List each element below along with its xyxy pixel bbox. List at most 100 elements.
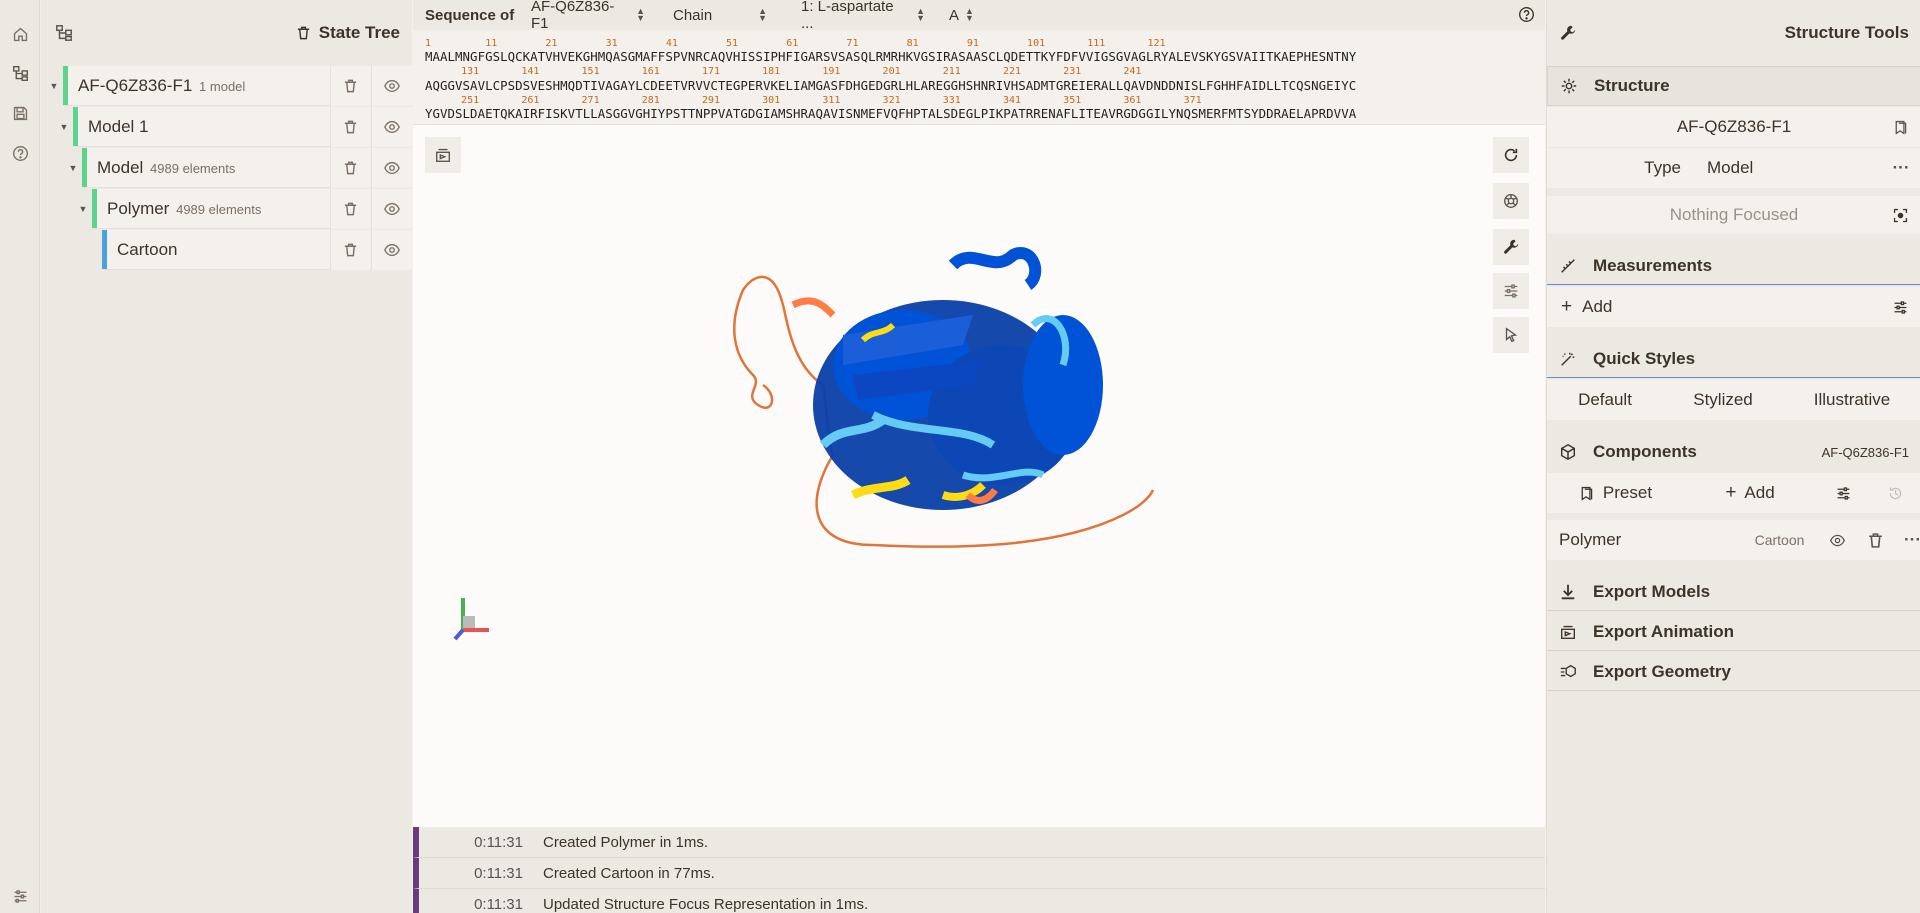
tree-node-label: AF-Q6Z836-F1 1 model xyxy=(68,76,245,96)
help-icon[interactable] xyxy=(1518,6,1535,23)
preset-button[interactable]: Preset xyxy=(1547,473,1683,513)
log-time: 0:11:31 xyxy=(474,833,523,851)
eye-icon[interactable] xyxy=(1818,520,1856,560)
component-name: Polymer xyxy=(1559,530,1622,549)
trash-icon[interactable] xyxy=(330,107,370,147)
trash-icon[interactable] xyxy=(330,230,370,270)
wrench-icon[interactable] xyxy=(1493,229,1529,265)
left-rail xyxy=(0,0,40,913)
sliders-icon[interactable] xyxy=(1817,473,1869,513)
eye-icon[interactable] xyxy=(371,148,411,188)
tree-node-name: Cartoon xyxy=(117,239,178,259)
entity-select-value: 1: L-aspartate ... xyxy=(801,0,894,32)
expand-caret-icon[interactable]: ▼ xyxy=(78,204,88,214)
state-tree-header: State Tree xyxy=(41,0,412,66)
bookmark-icon[interactable] xyxy=(1892,119,1909,136)
export-label: Export Models xyxy=(1593,581,1711,601)
tree-node[interactable]: Model 1 xyxy=(73,107,412,147)
save-icon[interactable] xyxy=(8,101,32,125)
wrench-icon xyxy=(1559,23,1583,43)
sliders-icon[interactable] xyxy=(1892,299,1909,316)
measurements-add-label: Add xyxy=(1582,297,1613,316)
entity-select[interactable]: 1: L-aspartate ... ▲ ▼ xyxy=(793,0,933,32)
sequence-toolbar: Sequence of AF-Q6Z836-F1 ▲ ▼ Chain ▲ ▼ 1: … xyxy=(413,0,1545,32)
focus-target-icon[interactable] xyxy=(1892,207,1909,224)
entry-select-value: AF-Q6Z836-F1 xyxy=(531,0,615,32)
expand-caret-icon[interactable]: ▼ xyxy=(59,122,69,132)
reset-camera-icon[interactable] xyxy=(1493,137,1529,173)
measurements-title: Measurements xyxy=(1593,255,1713,275)
sequence-line[interactable]: AQGGVSAVLCPSDSVESHMQDTIVAGAYLCDEETVRVVCT… xyxy=(425,78,1356,93)
sequence-numbers: 131 141 151 161 171 181 191 201 211 221 … xyxy=(425,66,1142,77)
trash-icon[interactable] xyxy=(330,66,370,106)
screenshot-icon[interactable] xyxy=(1493,183,1529,219)
tree-node-name: Model xyxy=(97,157,144,177)
state-tree-title: State Tree xyxy=(318,23,400,42)
tree-layout-icon[interactable] xyxy=(55,24,73,42)
tree-node[interactable]: Cartoon xyxy=(102,230,412,270)
3d-viewport[interactable] xyxy=(413,125,1545,827)
plus-icon: + xyxy=(1725,482,1737,503)
expand-caret-icon[interactable]: ▼ xyxy=(68,163,78,173)
components-actions-row: Preset + Add xyxy=(1547,473,1920,513)
export-models-button[interactable]: Export Models xyxy=(1547,573,1920,611)
style-default-button[interactable]: Default xyxy=(1547,380,1663,420)
component-representation: Cartoon xyxy=(1754,532,1805,548)
export-geometry-button[interactable]: Export Geometry xyxy=(1547,653,1920,691)
history-icon[interactable] xyxy=(1869,473,1920,513)
more-options-icon[interactable]: ··· xyxy=(1881,158,1920,178)
home-icon[interactable] xyxy=(8,22,32,46)
plus-icon: + xyxy=(1561,296,1573,317)
quick-styles-title: Quick Styles xyxy=(1593,348,1696,368)
measurements-section-header[interactable]: Measurements xyxy=(1547,247,1920,285)
structure-entry-row[interactable]: AF-Q6Z836-F1 xyxy=(1547,107,1920,147)
trash-icon xyxy=(297,26,309,40)
animation-icon[interactable] xyxy=(425,137,461,173)
sequence-numbers: 251 261 271 281 291 301 311 321 331 341 … xyxy=(425,95,1202,106)
entry-select[interactable]: AF-Q6Z836-F1 ▲ ▼ xyxy=(523,0,653,32)
sequence-of-label: Sequence of xyxy=(425,6,515,24)
type-select[interactable]: Model xyxy=(1695,148,1881,188)
eye-icon[interactable] xyxy=(371,107,411,147)
components-title: Components xyxy=(1593,442,1697,461)
structure-section-header[interactable]: Structure xyxy=(1547,66,1920,106)
sequence-line[interactable]: YGVDSLDAETQKAIRFISKVTLLASGGVGHIYPSTTNPPV… xyxy=(425,106,1356,121)
eye-icon[interactable] xyxy=(371,66,411,106)
tree-node[interactable]: Polymer 4989 elements xyxy=(92,189,412,229)
add-component-button[interactable]: + Add xyxy=(1683,473,1817,513)
focus-row[interactable]: Nothing Focused xyxy=(1547,196,1920,234)
trash-icon[interactable] xyxy=(1856,520,1894,560)
eye-icon[interactable] xyxy=(371,230,411,270)
mode-select[interactable]: Chain ▲ ▼ xyxy=(665,2,775,28)
export-animation-button[interactable]: Export Animation xyxy=(1547,613,1920,651)
protein-cartoon-render[interactable] xyxy=(733,245,1173,575)
state-tree-icon[interactable] xyxy=(8,61,32,85)
trash-icon[interactable] xyxy=(330,148,370,188)
pointer-icon[interactable] xyxy=(1493,317,1529,353)
tree-node-name: AF-Q6Z836-F1 xyxy=(78,75,193,95)
more-options-icon[interactable]: ··· xyxy=(1904,530,1920,550)
components-section-header[interactable]: Components AF-Q6Z836-F1 xyxy=(1547,433,1920,471)
mode-select-value: Chain xyxy=(673,6,713,24)
state-tree-title-button[interactable]: State Tree xyxy=(296,23,400,43)
state-tree-panel: State Tree AF-Q6Z836-F1 1 model ▼ Model 1 ▼… xyxy=(41,0,412,913)
eye-icon[interactable] xyxy=(371,189,411,229)
tree-node[interactable]: AF-Q6Z836-F1 1 model xyxy=(63,66,412,106)
sliders-icon[interactable] xyxy=(1493,273,1529,309)
expand-caret-icon[interactable]: ▼ xyxy=(49,81,59,91)
tree-node-label: Model 4989 elements xyxy=(87,158,235,178)
sequence-line[interactable]: MAALMNGFGSLQCKATVHVEKGHMQASGMAFFSPVNRCAQ… xyxy=(425,49,1356,64)
tree-node-label: Polymer 4989 elements xyxy=(97,199,261,219)
trash-icon[interactable] xyxy=(330,189,370,229)
sequence-view[interactable]: 1 11 21 31 41 51 61 71 81 91 101 111 121… xyxy=(413,30,1545,125)
style-stylized-button[interactable]: Stylized xyxy=(1663,380,1783,420)
chain-select[interactable]: A ▲ ▼ xyxy=(941,2,981,28)
settings-sliders-icon[interactable] xyxy=(8,884,32,908)
help-icon[interactable] xyxy=(8,141,32,165)
component-item-polymer[interactable]: Polymer Cartoon ··· xyxy=(1547,520,1920,560)
tree-node[interactable]: Model 4989 elements xyxy=(82,148,412,188)
measurements-add-row[interactable]: + Add xyxy=(1547,287,1920,327)
quick-styles-section-header[interactable]: Quick Styles xyxy=(1547,340,1920,378)
select-arrows-icon: ▲ ▼ xyxy=(965,6,974,23)
style-illustrative-button[interactable]: Illustrative xyxy=(1783,380,1920,420)
